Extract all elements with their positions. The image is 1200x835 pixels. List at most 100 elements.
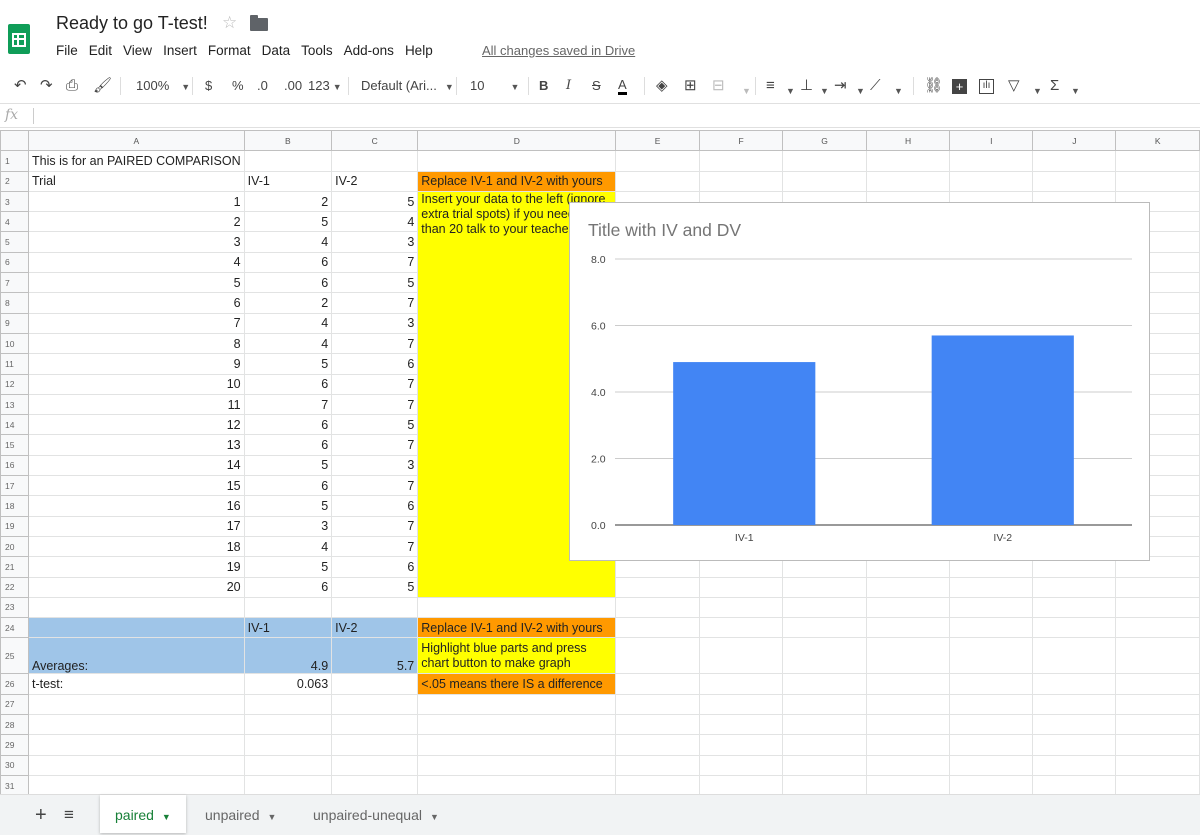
cell-c29[interactable] (331, 734, 419, 756)
cell-c30[interactable] (331, 754, 419, 776)
cell-b21[interactable]: 5 (243, 556, 333, 578)
menu-insert[interactable]: Insert (163, 43, 197, 58)
cell-b10[interactable]: 4 (243, 332, 333, 355)
cell-a11[interactable]: 9 (27, 353, 245, 375)
row-header[interactable]: 24 (0, 617, 29, 639)
cell-c24[interactable]: IV-2 (331, 617, 419, 639)
cell-c16[interactable]: 3 (331, 454, 419, 477)
cell-e24[interactable] (615, 617, 700, 639)
cell-d1[interactable] (417, 150, 617, 172)
row-header[interactable]: 12 (0, 373, 29, 395)
cell-a13[interactable]: 11 (27, 393, 245, 416)
formula-input[interactable] (40, 108, 1190, 124)
cell-a27[interactable] (27, 693, 245, 716)
sheets-logo-icon[interactable] (8, 24, 30, 54)
row-header[interactable]: 16 (0, 454, 29, 477)
cell-g24[interactable] (782, 617, 867, 639)
cell-d2[interactable]: Replace IV-1 and IV-2 with yours (417, 170, 617, 192)
cell-d28[interactable] (417, 714, 617, 736)
cell-c20[interactable]: 7 (331, 535, 419, 558)
cell-a18[interactable]: 16 (27, 495, 245, 517)
cell-c13[interactable]: 7 (331, 393, 419, 416)
cell-a24[interactable] (27, 617, 245, 639)
cell-g1[interactable] (782, 150, 867, 172)
cell-f27[interactable] (698, 693, 784, 716)
cell-d26[interactable]: <.05 means there IS a difference (417, 673, 617, 695)
column-header-e[interactable]: E (615, 130, 700, 152)
cell-c19[interactable]: 7 (331, 515, 419, 537)
cell-b8[interactable]: 2 (243, 292, 333, 314)
cell-a16[interactable]: 14 (27, 454, 245, 477)
cell-j28[interactable] (1032, 714, 1117, 736)
column-header-g[interactable]: G (782, 130, 867, 152)
cell-b13[interactable]: 7 (243, 393, 333, 416)
cell-k24[interactable] (1115, 617, 1200, 639)
cell-k29[interactable] (1115, 734, 1200, 756)
cell-f25[interactable] (698, 637, 784, 675)
cell-b25[interactable]: 4.9 (243, 637, 333, 675)
cell-a8[interactable]: 6 (27, 292, 245, 314)
cell-j27[interactable] (1032, 693, 1117, 716)
column-header-d[interactable]: D (417, 130, 617, 152)
select-all-corner[interactable] (0, 130, 29, 152)
cell-h22[interactable] (865, 576, 951, 598)
row-header[interactable]: 18 (0, 495, 29, 517)
text-wrap-icon[interactable]: ⇥ (834, 77, 847, 95)
cell-i1[interactable] (949, 150, 1034, 172)
row-header[interactable]: 19 (0, 515, 29, 537)
row-header[interactable]: 13 (0, 393, 29, 416)
cell-e28[interactable] (615, 714, 700, 736)
cell-c21[interactable]: 6 (331, 556, 419, 578)
row-header[interactable]: 4 (0, 211, 29, 233)
row-header[interactable]: 6 (0, 251, 29, 274)
cell-a10[interactable]: 8 (27, 332, 245, 355)
cell-j30[interactable] (1032, 754, 1117, 776)
cell-c4[interactable]: 4 (331, 211, 419, 233)
cell-a25[interactable]: Averages: (27, 637, 245, 675)
row-header[interactable]: 26 (0, 673, 29, 695)
cell-e2[interactable] (615, 170, 700, 192)
more-formats-button[interactable]: 123 ▼ (308, 77, 342, 96)
cell-f28[interactable] (698, 714, 784, 736)
font-family-select[interactable]: Default (Ari... ▼ (361, 77, 454, 96)
cell-c5[interactable]: 3 (331, 231, 419, 253)
cell-d29[interactable] (417, 734, 617, 756)
fill-color-icon[interactable]: ◈ (656, 77, 668, 95)
row-header[interactable]: 8 (0, 292, 29, 314)
row-header[interactable]: 31 (0, 774, 29, 794)
cell-b29[interactable] (243, 734, 333, 756)
cell-a21[interactable]: 19 (27, 556, 245, 578)
cell-i26[interactable] (949, 673, 1034, 695)
column-header-c[interactable]: C (331, 130, 419, 152)
cell-f1[interactable] (698, 150, 784, 172)
cell-b14[interactable]: 6 (243, 414, 333, 436)
cell-c2[interactable]: IV-2 (331, 170, 419, 192)
cell-h28[interactable] (865, 714, 951, 736)
cell-g2[interactable] (782, 170, 867, 192)
cell-a12[interactable]: 10 (27, 373, 245, 395)
cell-c18[interactable]: 6 (331, 495, 419, 517)
merge-cells-icon[interactable]: ⊟ (712, 77, 725, 95)
all-sheets-menu-icon[interactable]: ≡ (64, 805, 74, 825)
cell-c15[interactable]: 7 (331, 434, 419, 456)
cell-b12[interactable]: 6 (243, 373, 333, 395)
cell-c8[interactable]: 7 (331, 292, 419, 314)
cell-b26[interactable]: 0.063 (243, 673, 333, 695)
text-rotation-icon[interactable]: ⟋ (870, 77, 881, 95)
redo-icon[interactable]: ↷ (40, 77, 53, 95)
cell-b2[interactable]: IV-1 (243, 170, 333, 192)
cell-g27[interactable] (782, 693, 867, 716)
cell-f29[interactable] (698, 734, 784, 756)
cell-i24[interactable] (949, 617, 1034, 639)
cell-d30[interactable] (417, 754, 617, 776)
cell-g30[interactable] (782, 754, 867, 776)
cell-g25[interactable] (782, 637, 867, 675)
cell-b16[interactable]: 5 (243, 454, 333, 477)
increase-decimals-button[interactable]: .00 (284, 77, 302, 95)
column-header-f[interactable]: F (698, 130, 784, 152)
row-header[interactable]: 23 (0, 596, 29, 619)
cell-f23[interactable] (698, 596, 784, 619)
cell-b30[interactable] (243, 754, 333, 776)
menu-view[interactable]: View (123, 43, 152, 58)
cell-i22[interactable] (949, 576, 1034, 598)
